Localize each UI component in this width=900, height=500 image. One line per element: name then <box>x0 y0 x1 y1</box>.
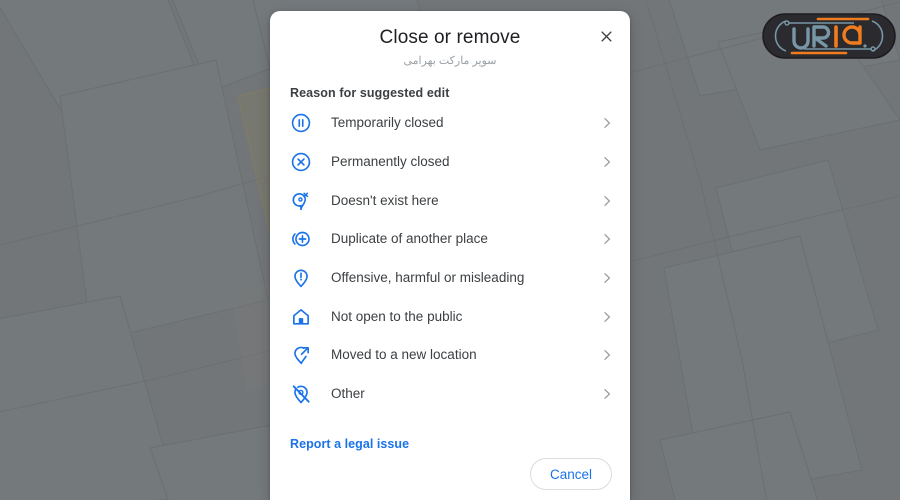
chevron-right-icon <box>598 346 616 364</box>
screen: Close or remove سوپر مارکت بهرامی Reason… <box>0 0 900 500</box>
reason-item-label: Temporarily closed <box>331 115 444 131</box>
chevron-right-icon <box>598 153 616 171</box>
reason-section-label: Reason for suggested edit <box>290 86 450 100</box>
reason-item-label: Permanently closed <box>331 154 450 170</box>
reason-item-label: Offensive, harmful or misleading <box>331 270 525 286</box>
chevron-right-icon <box>598 114 616 132</box>
place-name-subtitle: سوپر مارکت بهرامی <box>403 55 497 67</box>
reason-item[interactable]: Permanently closed <box>270 143 630 182</box>
cancel-button[interactable]: Cancel <box>529 458 612 490</box>
reason-item-label: Other <box>331 386 365 402</box>
chevron-right-icon <box>598 230 616 248</box>
duplicate-plus-icon <box>290 228 312 250</box>
pin-x-icon <box>290 190 312 212</box>
reason-item[interactable]: Temporarily closed <box>270 104 630 143</box>
chevron-right-icon <box>598 385 616 403</box>
reason-item-label: Duplicate of another place <box>331 231 488 247</box>
page-title: Close or remove <box>379 27 521 48</box>
close-circle-icon <box>290 151 312 173</box>
dialog-actions: Cancel <box>529 458 612 490</box>
reason-item-label: Moved to a new location <box>331 347 477 363</box>
chevron-right-icon <box>598 308 616 326</box>
reason-item[interactable]: Doesn't exist here <box>270 181 630 220</box>
pin-exclamation-icon <box>290 267 312 289</box>
reason-item-label: Doesn't exist here <box>331 192 439 208</box>
close-or-remove-dialog: Close or remove سوپر مارکت بهرامی Reason… <box>270 11 630 500</box>
report-legal-issue-link[interactable]: Report a legal issue <box>290 437 409 451</box>
reason-list: Temporarily closed Permanently closed Does… <box>270 104 630 414</box>
pause-circle-icon <box>290 112 312 134</box>
pin-arrow-icon <box>290 344 312 366</box>
reason-item[interactable]: Other <box>270 375 630 414</box>
close-icon-glyph <box>600 30 612 42</box>
close-icon[interactable] <box>591 21 621 51</box>
chevron-right-icon <box>598 269 616 287</box>
reason-item[interactable]: Offensive, harmful or misleading <box>270 259 630 298</box>
reason-item[interactable]: Moved to a new location <box>270 336 630 375</box>
ur19-logo <box>762 12 896 60</box>
reason-item[interactable]: Not open to the public <box>270 297 630 336</box>
pin-slash-icon <box>290 383 312 405</box>
home-icon <box>290 306 312 328</box>
reason-item-label: Not open to the public <box>331 308 463 324</box>
dialog-header: Close or remove سوپر مارکت بهرامی <box>270 11 630 70</box>
reason-item[interactable]: Duplicate of another place <box>270 220 630 259</box>
chevron-right-icon <box>598 192 616 210</box>
